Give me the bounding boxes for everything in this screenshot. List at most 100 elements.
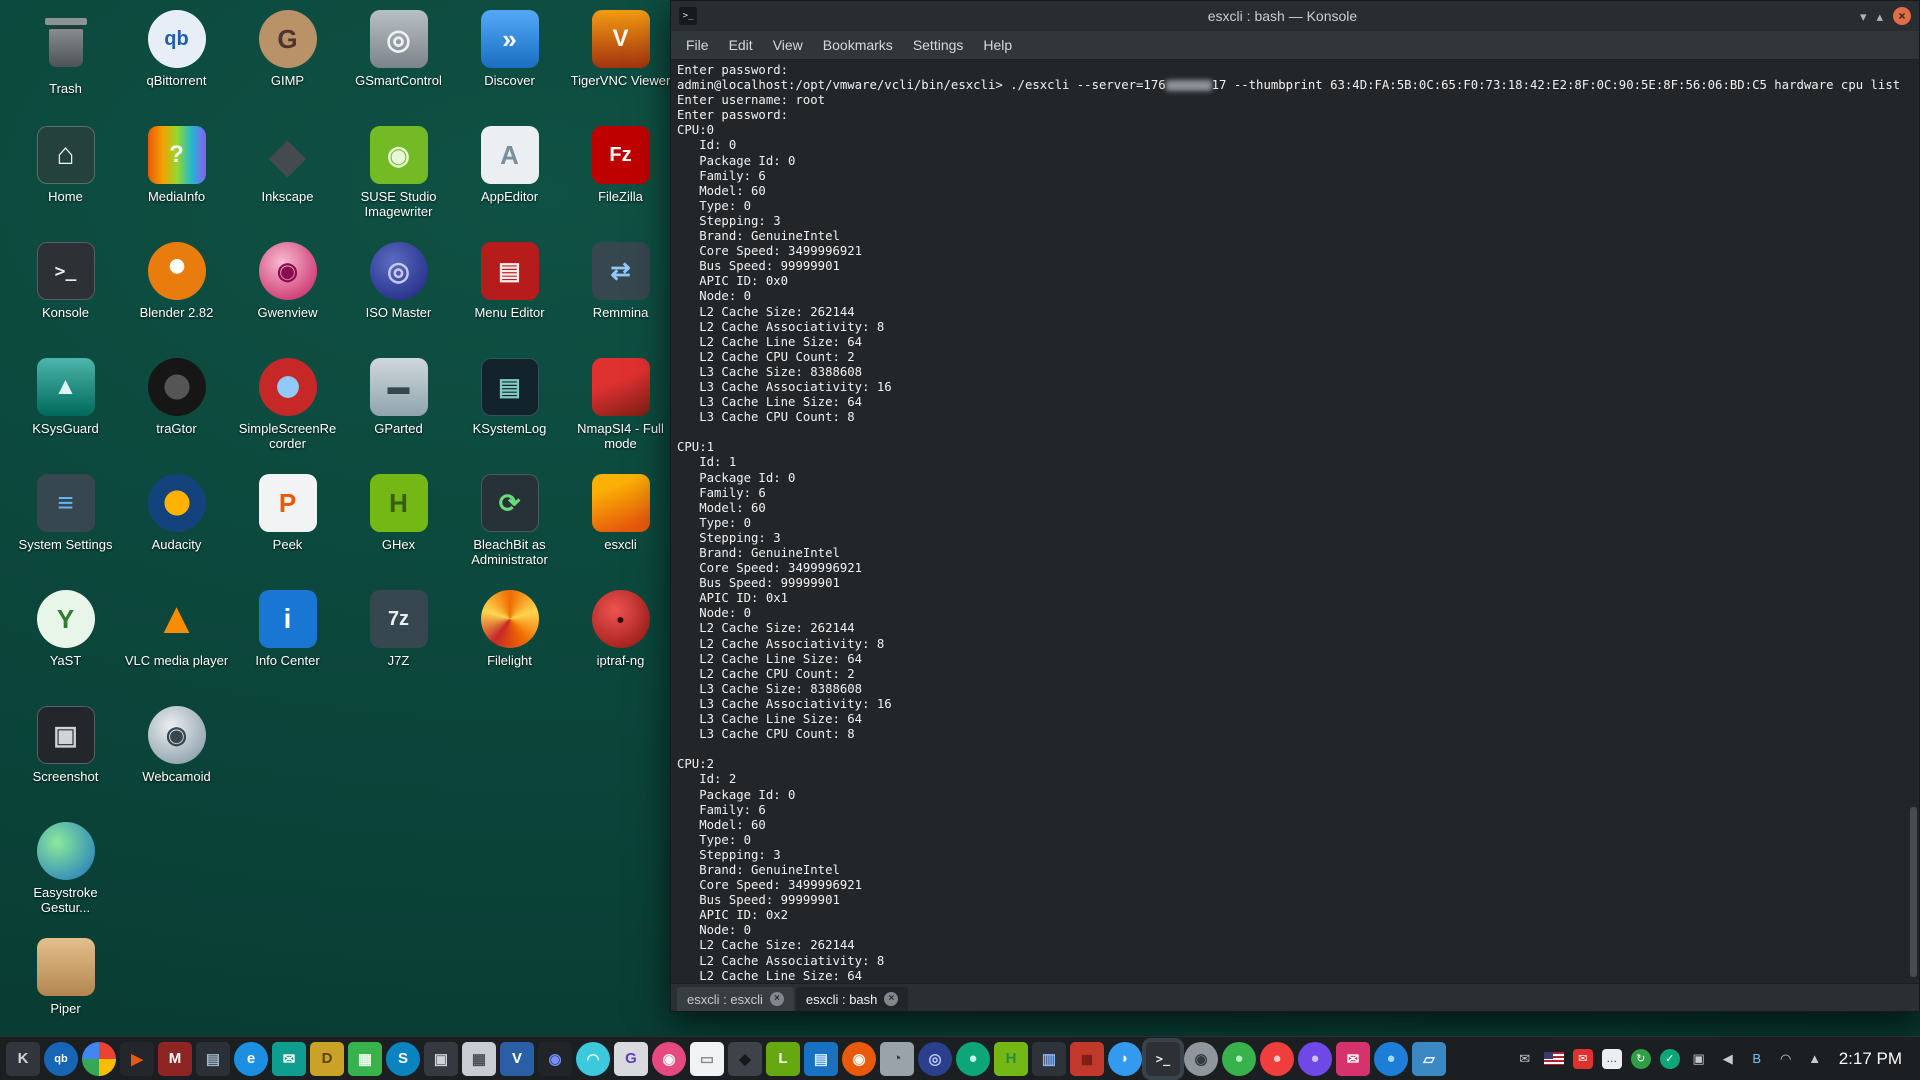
- maximize-button[interactable]: ▴: [1876, 10, 1883, 23]
- taskbar-app-disk-tool[interactable]: ◔: [880, 1042, 914, 1076]
- minimize-button[interactable]: ▾: [1860, 10, 1867, 23]
- keyboard-layout-us-flag-icon[interactable]: [1544, 1049, 1564, 1069]
- desktop-icon-appeditor[interactable]: AAppEditor: [454, 120, 565, 236]
- terminal-scrollbar[interactable]: [1910, 807, 1917, 977]
- tab-close-icon[interactable]: ×: [770, 992, 784, 1006]
- desktop-icon-qbittorrent[interactable]: qbqBittorrent: [121, 4, 232, 120]
- taskbar-app-ssr[interactable]: ◉: [842, 1042, 876, 1076]
- desktop-icon-vlc-media-player[interactable]: ▲VLC media player: [121, 584, 232, 700]
- taskbar-app-docs[interactable]: ▤: [804, 1042, 838, 1076]
- desktop-icon-gwenview[interactable]: ◉Gwenview: [232, 236, 343, 352]
- menu-help[interactable]: Help: [974, 34, 1021, 56]
- taskbar-app-blue-app[interactable]: ●: [1374, 1042, 1408, 1076]
- desktop-icon-discover[interactable]: »Discover: [454, 4, 565, 120]
- taskbar-app-mail[interactable]: ✉: [272, 1042, 306, 1076]
- taskbar-app-browser[interactable]: e: [234, 1042, 268, 1076]
- desktop-icon-filelight[interactable]: Filelight: [454, 584, 565, 700]
- desktop-icon-konsole[interactable]: >_Konsole: [10, 236, 121, 352]
- taskbar-app-notes[interactable]: ▭: [690, 1042, 724, 1076]
- desktop-icon-simplescreenrecorder[interactable]: SimpleScreenRecorder: [232, 352, 343, 468]
- desktop-icon-trash[interactable]: Trash: [10, 4, 121, 120]
- taskbar-app-vnc-viewer[interactable]: V: [500, 1042, 534, 1076]
- taskbar-app-red-app[interactable]: ●: [1260, 1042, 1294, 1076]
- desktop-icon-ghex[interactable]: HGHex: [343, 468, 454, 584]
- taskbar-app-gwenview[interactable]: ◉: [652, 1042, 686, 1076]
- taskbar-app-telegram[interactable]: ◠: [576, 1042, 610, 1076]
- desktop-icon-menu-editor[interactable]: ▤Menu Editor: [454, 236, 565, 352]
- taskbar-app-package-tool[interactable]: ▦: [348, 1042, 382, 1076]
- expand-tray-arrow-icon[interactable]: ▲: [1805, 1049, 1825, 1069]
- taskbar-app-iso-master[interactable]: ◎: [918, 1042, 952, 1076]
- taskbar-app-purple-app[interactable]: ●: [1298, 1042, 1332, 1076]
- desktop-icon-piper[interactable]: Piper: [10, 932, 121, 1048]
- taskbar-app-webcamoid[interactable]: ◉: [1184, 1042, 1218, 1076]
- menu-settings[interactable]: Settings: [904, 34, 973, 56]
- clock[interactable]: 2:17 PM: [1839, 1049, 1902, 1069]
- taskbar-app-system-log[interactable]: ▤: [196, 1042, 230, 1076]
- taskbar-app-app-launcher[interactable]: K: [6, 1042, 40, 1076]
- taskbar-app-nature-app[interactable]: L: [766, 1042, 800, 1076]
- taskbar-app-nmapsi4[interactable]: ◼: [1070, 1042, 1104, 1076]
- volume-icon[interactable]: ◀: [1718, 1049, 1738, 1069]
- desktop-icon-screenshot[interactable]: ▣Screenshot: [10, 700, 121, 816]
- desktop-icon-gsmartcontrol[interactable]: ◎GSmartControl: [343, 4, 454, 120]
- taskbar-app-terminal-alt[interactable]: ▥: [1032, 1042, 1066, 1076]
- terminal-area[interactable]: Enter password:admin@localhost:/opt/vmwa…: [671, 60, 1919, 983]
- desktop-icon-nmapsi4-full-mode[interactable]: NmapSI4 - Full mode: [565, 352, 676, 468]
- taskbar-app-text-editor[interactable]: ▦: [462, 1042, 496, 1076]
- taskbar-app-chrome[interactable]: [82, 1042, 116, 1076]
- taskbar-app-gimp[interactable]: G: [614, 1042, 648, 1076]
- desktop-icon-iso-master[interactable]: ◎ISO Master: [343, 236, 454, 352]
- taskbar-app-media-player[interactable]: ▶: [120, 1042, 154, 1076]
- taskbar-app-qbittorrent[interactable]: qb: [44, 1042, 78, 1076]
- taskbar-app-remote-tool[interactable]: ◗: [1108, 1042, 1142, 1076]
- taskbar-app-inkscape[interactable]: ◆: [728, 1042, 762, 1076]
- desktop-icon-j7z[interactable]: 7zJ7Z: [343, 584, 454, 700]
- desktop-icon-mediainfo[interactable]: ?MediaInfo: [121, 120, 232, 236]
- desktop-icon-peek[interactable]: PPeek: [232, 468, 343, 584]
- bluetooth-icon[interactable]: B: [1747, 1049, 1767, 1069]
- tab-esxcli-bash[interactable]: esxcli : bash×: [796, 987, 909, 1011]
- desktop-icon-home[interactable]: ⌂Home: [10, 120, 121, 236]
- taskbar-app-green-app[interactable]: ●: [1222, 1042, 1256, 1076]
- desktop-icon-info-center[interactable]: iInfo Center: [232, 584, 343, 700]
- window-titlebar[interactable]: >_ esxcli : bash — Konsole ▾ ▴ ×: [671, 1, 1919, 31]
- desktop-icon-remmina[interactable]: ⇄Remmina: [565, 236, 676, 352]
- wifi-network-icon[interactable]: ◠: [1776, 1049, 1796, 1069]
- desktop-icon-tigervnc-viewer[interactable]: VTigerVNC Viewer: [565, 4, 676, 120]
- desktop-icon-webcamoid[interactable]: ◉Webcamoid: [121, 700, 232, 816]
- status-notifier-icon[interactable]: ✉: [1515, 1049, 1535, 1069]
- desktop-icon-system-settings[interactable]: ≡System Settings: [10, 468, 121, 584]
- menu-edit[interactable]: Edit: [720, 34, 762, 56]
- desktop-icon-ksystemlog[interactable]: ▤KSystemLog: [454, 352, 565, 468]
- desktop-icon-filezilla[interactable]: FzFileZilla: [565, 120, 676, 236]
- desktop-icon-easystroke-gestur[interactable]: Easystroke Gestur...: [10, 816, 121, 932]
- taskbar-app-screenshot-tool[interactable]: ▣: [424, 1042, 458, 1076]
- taskbar-app-file-manager[interactable]: ▱: [1412, 1042, 1446, 1076]
- tab-close-icon[interactable]: ×: [884, 992, 898, 1006]
- desktop-icon-yast[interactable]: YYaST: [10, 584, 121, 700]
- desktop-icon-gimp[interactable]: GGIMP: [232, 4, 343, 120]
- close-button[interactable]: ×: [1893, 7, 1911, 25]
- desktop-icon-bleachbit-as-administrator[interactable]: ⟳BleachBit as Administrator: [454, 468, 565, 584]
- desktop-icon-audacity[interactable]: Audacity: [121, 468, 232, 584]
- menu-bookmarks[interactable]: Bookmarks: [814, 34, 902, 56]
- taskbar-app-recorder[interactable]: ◉: [538, 1042, 572, 1076]
- desktop-icon-esxcli[interactable]: esxcli: [565, 468, 676, 584]
- display-icon[interactable]: ▣: [1689, 1049, 1709, 1069]
- desktop-icon-inkscape[interactable]: ◆Inkscape: [232, 120, 343, 236]
- desktop-icon-tragtor[interactable]: traGtor: [121, 352, 232, 468]
- taskbar-app-menu-editor[interactable]: M: [158, 1042, 192, 1076]
- chat-bubble-icon[interactable]: …: [1602, 1049, 1622, 1069]
- taskbar-app-devede[interactable]: D: [310, 1042, 344, 1076]
- menu-view[interactable]: View: [764, 34, 812, 56]
- desktop-icon-blender-2-82[interactable]: Blender 2.82: [121, 236, 232, 352]
- taskbar-app-skype[interactable]: S: [386, 1042, 420, 1076]
- mail-badge-icon[interactable]: ✉: [1573, 1049, 1593, 1069]
- sync-status-icon[interactable]: ✓: [1660, 1049, 1680, 1069]
- desktop-icon-suse-studio-imagewriter[interactable]: ◉SUSE Studio Imagewriter: [343, 120, 454, 236]
- desktop-icon-ksysguard[interactable]: ▲KSysGuard: [10, 352, 121, 468]
- desktop-icon-iptraf-ng[interactable]: ●iptraf-ng: [565, 584, 676, 700]
- taskbar-app-messenger[interactable]: ✉: [1336, 1042, 1370, 1076]
- taskbar-app-konsole[interactable]: >_: [1146, 1042, 1180, 1076]
